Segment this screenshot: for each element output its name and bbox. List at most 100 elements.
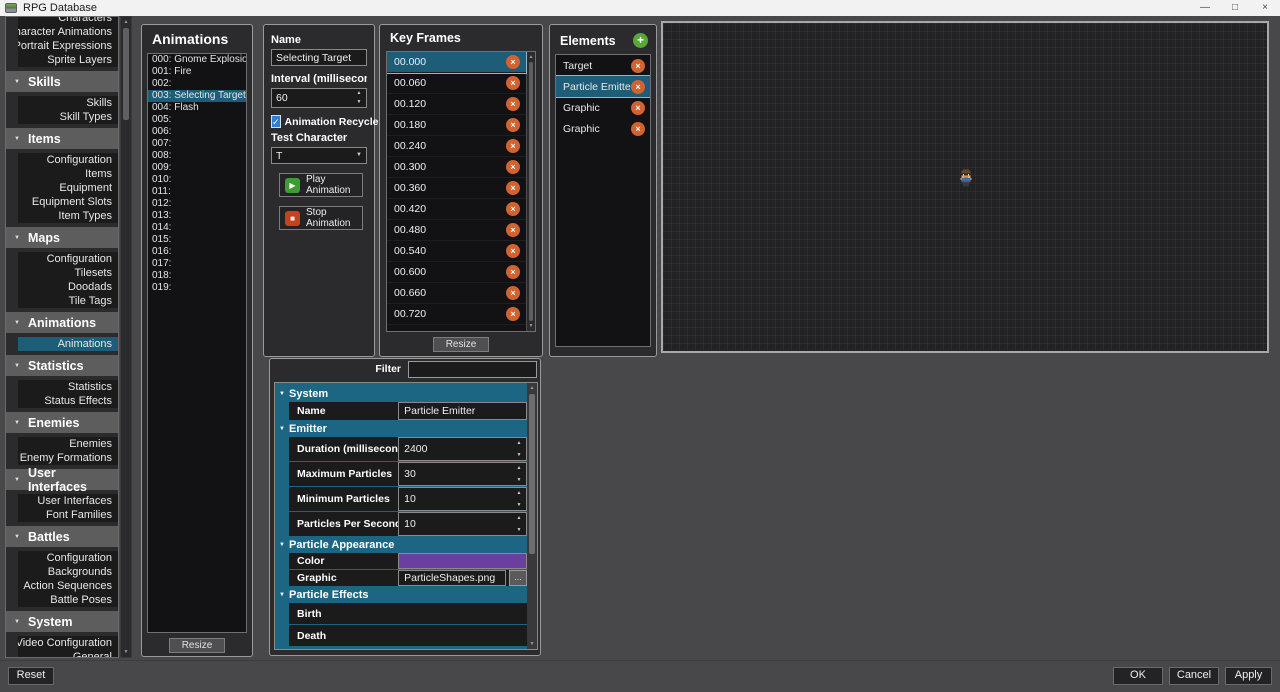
animation-list-item[interactable]: 007: bbox=[148, 138, 246, 150]
spin-up-icon[interactable]: ▲ bbox=[513, 516, 525, 521]
animation-list-item[interactable]: 002: bbox=[148, 78, 246, 90]
keyframe-row[interactable]: 00.720 × bbox=[387, 304, 526, 325]
delete-keyframe-button[interactable]: × bbox=[506, 76, 520, 90]
sidebar-entry[interactable]: ▼ Skill Types bbox=[18, 110, 118, 124]
sidebar-entry[interactable]: ▼ Configuration bbox=[18, 252, 118, 266]
sidebar-entry[interactable]: ▼ Enemies bbox=[6, 412, 118, 433]
animation-list-item[interactable]: 019: bbox=[148, 282, 246, 294]
properties-scrollbar[interactable]: ▲ ▼ bbox=[527, 383, 537, 649]
animation-list-item[interactable]: 011: bbox=[148, 186, 246, 198]
sidebar-scrollbar[interactable]: ▲ ▼ bbox=[120, 16, 132, 658]
sidebar-entry[interactable]: ▼ Statistics bbox=[6, 355, 118, 376]
delete-element-button[interactable]: × bbox=[631, 80, 645, 94]
sidebar-entry[interactable]: ▼ Battles bbox=[6, 526, 118, 547]
property-row[interactable]: ▼ Death ▲ ▼ bbox=[289, 625, 527, 646]
reset-button[interactable]: Reset bbox=[8, 667, 54, 685]
sidebar-entry[interactable]: ▼ Statistics bbox=[18, 380, 118, 394]
animation-name-input[interactable]: Selecting Target bbox=[271, 49, 367, 66]
sidebar-entry[interactable]: ▼ Animations bbox=[6, 312, 118, 333]
sidebar-entry[interactable]: ▼ Maps bbox=[6, 227, 118, 248]
sidebar-entry[interactable]: ▼ Configuration bbox=[18, 153, 118, 167]
keyframe-row[interactable]: 00.540 × bbox=[387, 241, 526, 262]
keyframe-row[interactable]: 00.240 × bbox=[387, 136, 526, 157]
animation-list-item[interactable]: 018: bbox=[148, 270, 246, 282]
sidebar-entry[interactable]: ▼ Backgrounds bbox=[18, 565, 118, 579]
keyframe-row[interactable]: 00.660 × bbox=[387, 283, 526, 304]
property-row[interactable]: ▼ Graphic ParticleShapes.png ▲ ▼ ... bbox=[289, 570, 527, 586]
keyframe-row[interactable]: 00.600 × bbox=[387, 262, 526, 283]
filter-input[interactable] bbox=[408, 361, 537, 378]
sidebar-entry[interactable]: ▼ Characters bbox=[18, 16, 118, 25]
keyframe-row[interactable]: 00.300 × bbox=[387, 157, 526, 178]
property-row[interactable]: ▼ Birth ▲ ▼ bbox=[289, 603, 527, 624]
animation-list-item[interactable]: 013: bbox=[148, 210, 246, 222]
delete-element-button[interactable]: × bbox=[631, 122, 645, 136]
property-row[interactable]: ▼ Particle Effects ▲ ▼ bbox=[275, 587, 527, 602]
interval-spinner[interactable]: 60 ▲ ▼ bbox=[271, 88, 367, 108]
element-row[interactable]: Target × bbox=[556, 55, 650, 76]
property-input[interactable]: Particle Emitter bbox=[398, 402, 527, 420]
delete-keyframe-button[interactable]: × bbox=[506, 244, 520, 258]
color-swatch[interactable] bbox=[398, 553, 527, 569]
keyframes-scrollbar[interactable]: ▲ ▼ bbox=[526, 52, 535, 331]
section-collapse-icon[interactable]: ▼ bbox=[275, 592, 289, 598]
spin-down-icon[interactable]: ▼ bbox=[513, 453, 525, 458]
element-row[interactable]: Particle Emitter × bbox=[556, 76, 650, 97]
scrollbar-thumb[interactable] bbox=[123, 28, 129, 120]
animation-list-item[interactable]: 016: bbox=[148, 246, 246, 258]
keyframe-row[interactable]: 00.420 × bbox=[387, 199, 526, 220]
property-input[interactable]: 30 bbox=[398, 462, 527, 486]
scroll-up-icon[interactable]: ▲ bbox=[527, 52, 535, 62]
property-row[interactable]: ▼ Maximum Particles 30 ▲ ▼ bbox=[289, 462, 527, 486]
section-collapse-icon[interactable]: ▼ bbox=[275, 426, 289, 432]
sidebar-entry[interactable]: ▼ Equipment bbox=[18, 181, 118, 195]
sidebar-entry[interactable]: ▼ Configuration bbox=[18, 551, 118, 565]
delete-keyframe-button[interactable]: × bbox=[506, 202, 520, 216]
sidebar-entry[interactable]: ▼ Enemy Formations bbox=[18, 451, 118, 465]
delete-keyframe-button[interactable]: × bbox=[506, 181, 520, 195]
sidebar-entry[interactable]: ▼ Items bbox=[6, 128, 118, 149]
scroll-up-icon[interactable]: ▲ bbox=[121, 17, 131, 27]
spin-down-icon[interactable]: ▼ bbox=[513, 478, 525, 483]
keyframe-row[interactable]: 00.180 × bbox=[387, 115, 526, 136]
delete-keyframe-button[interactable]: × bbox=[506, 55, 520, 69]
delete-element-button[interactable]: × bbox=[631, 101, 645, 115]
animation-list-item[interactable]: 004: Flash bbox=[148, 102, 246, 114]
restore-button[interactable]: □ bbox=[1220, 0, 1250, 16]
animation-preview-canvas[interactable] bbox=[661, 21, 1269, 353]
close-button[interactable]: × bbox=[1250, 0, 1280, 16]
property-row[interactable]: ▼ System ▲ ▼ bbox=[275, 386, 527, 401]
animation-list-item[interactable]: 003: Selecting Target bbox=[148, 90, 246, 102]
sidebar-entry[interactable]: ▼ Video Configuration bbox=[18, 636, 118, 650]
delete-keyframe-button[interactable]: × bbox=[506, 286, 520, 300]
animation-list-item[interactable]: 014: bbox=[148, 222, 246, 234]
scrollbar-thumb[interactable] bbox=[529, 394, 535, 554]
animation-list-item[interactable]: 012: bbox=[148, 198, 246, 210]
delete-element-button[interactable]: × bbox=[631, 59, 645, 73]
keyframe-row[interactable]: 00.360 × bbox=[387, 178, 526, 199]
spin-down-icon[interactable]: ▼ bbox=[513, 528, 525, 533]
animation-list-item[interactable]: 017: bbox=[148, 258, 246, 270]
property-input[interactable]: ParticleShapes.png bbox=[398, 570, 506, 586]
animations-resize-button[interactable]: Resize bbox=[169, 638, 225, 653]
scrollbar-thumb[interactable] bbox=[529, 62, 533, 321]
sidebar-entry[interactable]: ▼ General bbox=[18, 650, 118, 658]
sidebar-entry[interactable]: ▼ System bbox=[6, 611, 118, 632]
animation-list-item[interactable]: 015: bbox=[148, 234, 246, 246]
animation-list-item[interactable]: 001: Fire bbox=[148, 66, 246, 78]
scroll-up-icon[interactable]: ▲ bbox=[527, 383, 537, 393]
sidebar-entry[interactable]: ▼ Enemies bbox=[18, 437, 118, 451]
element-row[interactable]: Graphic × bbox=[556, 118, 650, 139]
section-collapse-icon[interactable]: ▼ bbox=[275, 542, 289, 548]
sidebar-entry[interactable]: ▼ Equipment Slots bbox=[18, 195, 118, 209]
add-element-button[interactable]: + bbox=[633, 33, 648, 48]
property-row[interactable]: ▼ Color #6b3fa0 ▲ ▼ bbox=[289, 553, 527, 569]
property-row[interactable]: ▼ Minimum Particles 10 ▲ ▼ bbox=[289, 487, 527, 511]
keyframe-row[interactable]: 00.060 × bbox=[387, 73, 526, 94]
element-row[interactable]: Graphic × bbox=[556, 97, 650, 118]
animation-list-item[interactable]: 006: bbox=[148, 126, 246, 138]
sidebar-entry[interactable]: ▼ Animations bbox=[18, 337, 118, 351]
delete-keyframe-button[interactable]: × bbox=[506, 118, 520, 132]
property-row[interactable]: ▼ Emitter ▲ ▼ bbox=[275, 421, 527, 436]
keyframe-row[interactable]: 00.000 × bbox=[387, 52, 526, 73]
